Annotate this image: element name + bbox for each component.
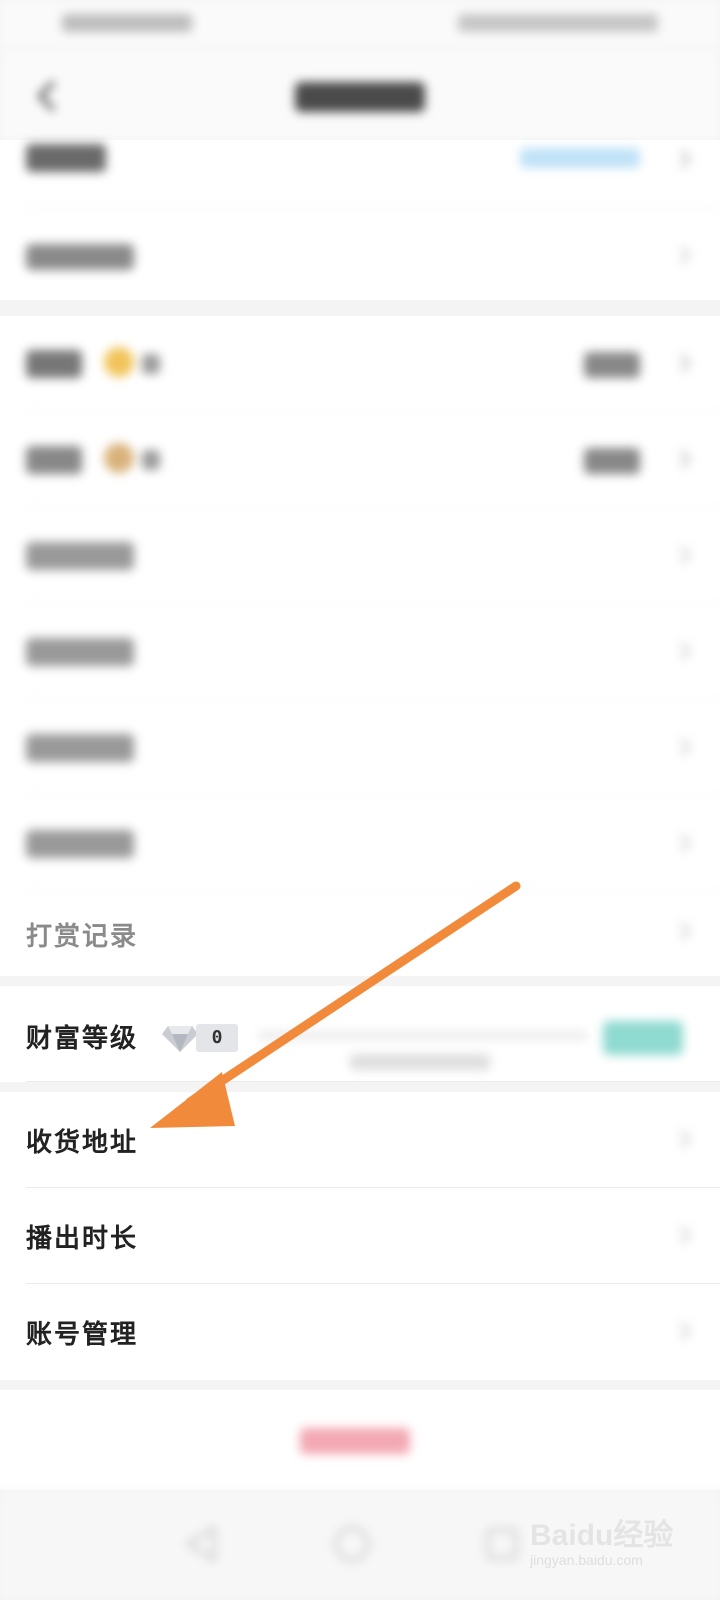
logout-button[interactable]	[300, 1428, 410, 1454]
list-item-reward-records[interactable]: 打赏记录	[0, 884, 720, 980]
list-item[interactable]	[0, 316, 720, 412]
watermark-url: jingyan.baidu.com	[530, 1552, 643, 1568]
list-item-shipping-address[interactable]: 收货地址	[0, 1092, 720, 1188]
wealth-level-label: 财富等级	[26, 1024, 139, 1054]
status-left-indicators	[62, 14, 192, 32]
wealth-level-row[interactable]: 财富等级 0	[0, 986, 720, 1082]
chevron-right-icon	[679, 1321, 692, 1341]
wealth-progress-bar	[258, 1031, 588, 1040]
section-bottom: 收货地址 播出时长 账号管理	[0, 1092, 720, 1380]
list-item[interactable]	[0, 508, 720, 604]
chevron-left-icon[interactable]	[28, 76, 68, 116]
shipping-address-label: 收货地址	[26, 1128, 139, 1158]
chevron-right-icon	[679, 353, 692, 373]
list-item[interactable]	[0, 208, 720, 304]
upgrade-button[interactable]	[603, 1021, 683, 1055]
chevron-right-icon	[679, 149, 692, 169]
chevron-right-icon	[679, 1129, 692, 1149]
watermark-brand: Baidu经验	[530, 1519, 674, 1552]
list-item[interactable]	[0, 112, 720, 208]
square-recent-icon[interactable]	[480, 1522, 524, 1566]
section-wealth: 财富等级 0	[0, 986, 720, 1082]
diamond-icon	[162, 1026, 198, 1052]
reward-records-label: 打赏记录	[26, 922, 139, 952]
chevron-right-icon	[679, 245, 692, 265]
list-item[interactable]	[0, 796, 720, 892]
circle-home-icon[interactable]	[330, 1522, 374, 1566]
baidu-watermark: Baidu经验 jingyan.baidu.com	[530, 1490, 680, 1580]
list-item[interactable]	[0, 700, 720, 796]
chevron-right-icon	[679, 737, 692, 757]
page-title	[295, 82, 425, 112]
list-item[interactable]	[0, 412, 720, 508]
status-bar	[0, 0, 720, 50]
chevron-right-icon	[679, 545, 692, 565]
wealth-level-value: 0	[196, 1024, 238, 1052]
chevron-right-icon	[679, 921, 692, 941]
chevron-right-icon	[679, 1225, 692, 1245]
chevron-right-icon	[679, 449, 692, 469]
chevron-right-icon	[679, 641, 692, 661]
broadcast-duration-label: 播出时长	[26, 1224, 139, 1254]
logout-section	[0, 1390, 720, 1490]
account-management-label: 账号管理	[26, 1320, 139, 1350]
list-item-account-management[interactable]: 账号管理	[0, 1284, 720, 1380]
section-top	[0, 140, 720, 300]
wealth-hint-text	[350, 1054, 490, 1070]
list-item-broadcast-duration[interactable]: 播出时长	[0, 1188, 720, 1284]
section-middle: 打赏记录	[0, 316, 720, 976]
chevron-right-icon	[679, 833, 692, 853]
status-right-indicators	[458, 14, 658, 32]
triangle-back-icon[interactable]	[180, 1522, 224, 1566]
list-item[interactable]	[0, 604, 720, 700]
